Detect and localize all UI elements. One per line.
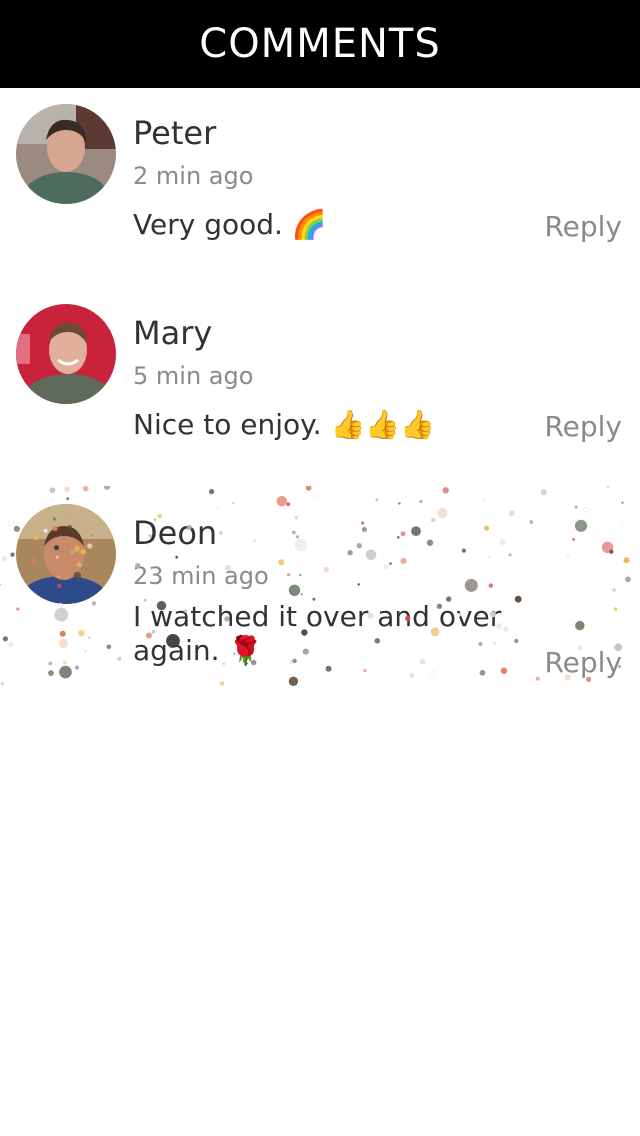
comment-timestamp: 2 min ago [133,162,254,190]
comment-body: Nice to enjoy. [133,408,322,441]
avatar[interactable] [16,504,116,604]
comment-text: I watched it over and over again. 🌹 [133,600,503,668]
comment-text: Very good. 🌈 [133,208,513,242]
rainbow-emoji: 🌈 [291,208,327,241]
comment-body: Very good. [133,208,283,241]
thumbs-up-emoji: 👍👍👍 [330,408,436,441]
comment-timestamp: 5 min ago [133,362,254,390]
reply-button[interactable]: Reply [544,210,622,243]
header-bar: COMMENTS [0,0,640,88]
reply-button[interactable]: Reply [544,410,622,443]
comment-author: Mary [133,314,213,352]
comment-text: Nice to enjoy. 👍👍👍 [133,408,513,442]
comment-author: Deon [133,514,218,552]
comment-item: Deon 23 min ago I watched it over and ov… [0,488,640,688]
comment-item: Mary 5 min ago Nice to enjoy. 👍👍👍 Reply [0,288,640,488]
reply-button[interactable]: Reply [544,646,622,679]
comment-item: Peter 2 min ago Very good. 🌈 Reply [0,88,640,288]
comment-body: I watched it over and over again. [133,600,502,667]
avatar[interactable] [16,304,116,404]
rose-emoji: 🌹 [228,634,264,667]
comment-author: Peter [133,114,217,152]
comment-timestamp: 23 min ago [133,562,269,590]
page-title: COMMENTS [199,21,441,67]
avatar[interactable] [16,104,116,204]
